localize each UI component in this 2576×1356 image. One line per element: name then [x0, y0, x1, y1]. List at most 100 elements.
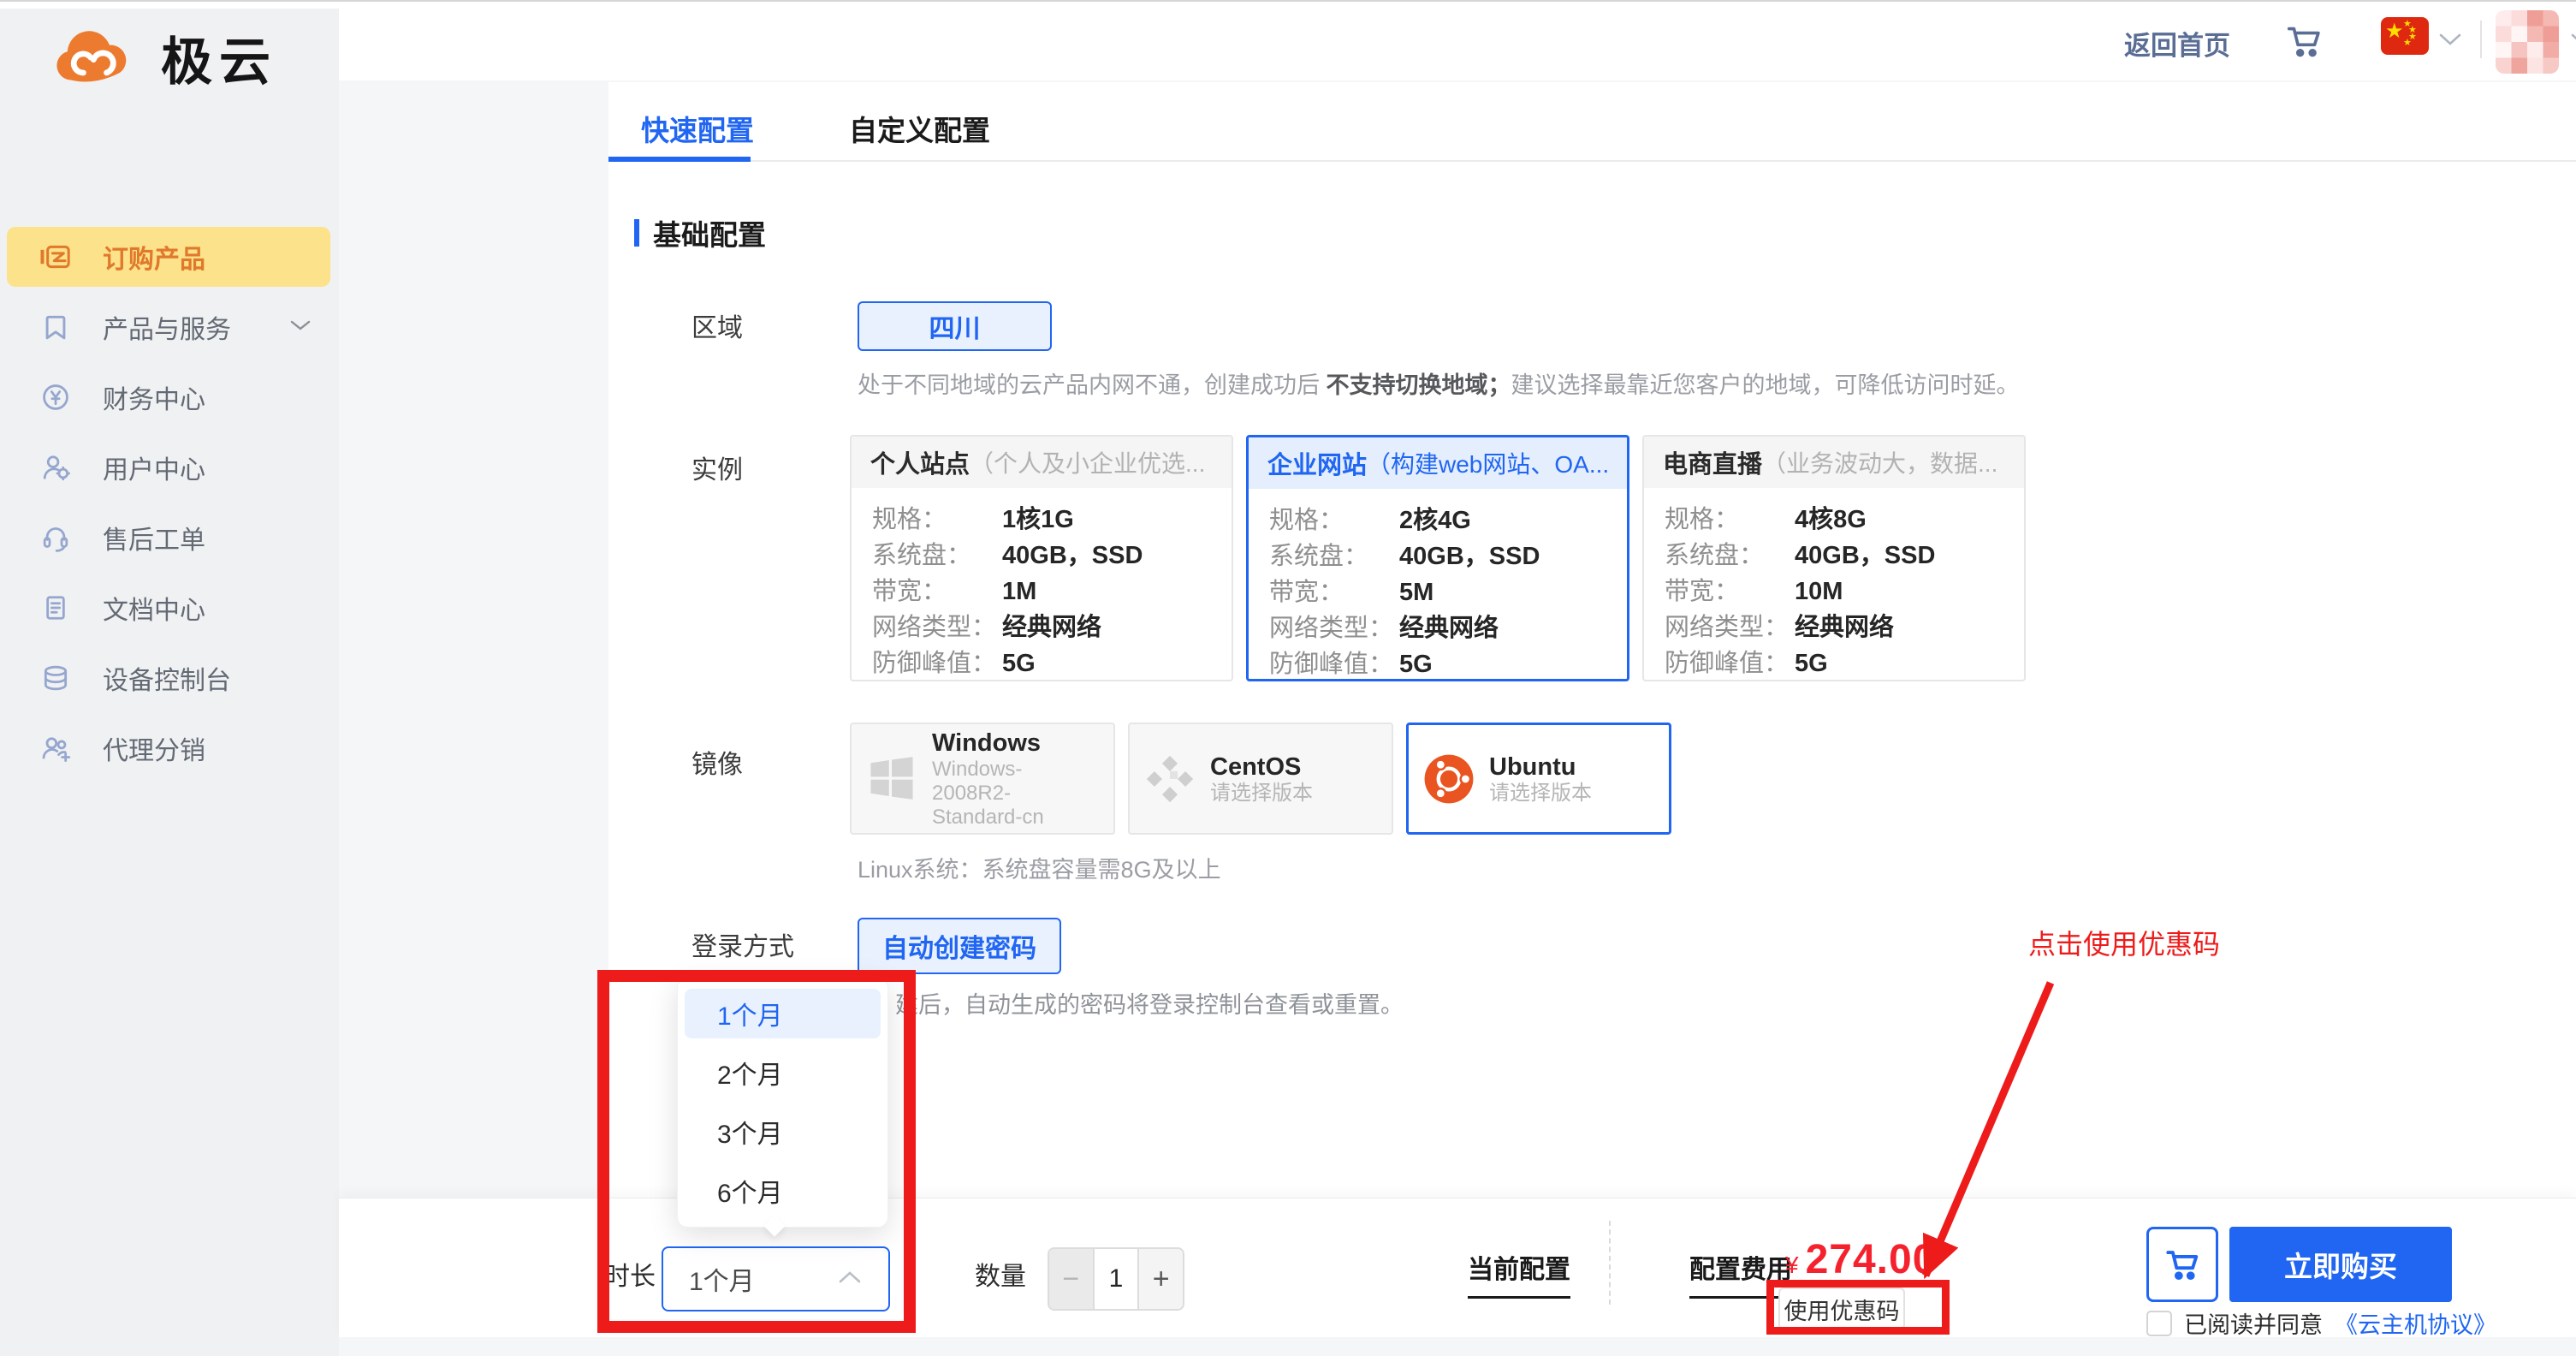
- spec-row: 网络类型：经典网络: [872, 610, 1211, 645]
- sidebar-item-docs-center[interactable]: 文档中心: [7, 578, 330, 638]
- brand-logo[interactable]: 极云: [48, 21, 277, 95]
- duration-option-2month[interactable]: 2个月: [685, 1048, 881, 1097]
- spec-row: 规格：1核1G: [872, 502, 1211, 538]
- sidebar-menu: 订购产品 产品与服务: [7, 227, 330, 778]
- duration-dropdown: 1个月 2个月 3个月 6个月: [677, 978, 888, 1228]
- spec-row: 网络类型：经典网络: [1269, 610, 1606, 646]
- tab-quick-config[interactable]: 快速配置: [641, 108, 754, 149]
- buy-now-button[interactable]: 立即购买: [2229, 1227, 2452, 1302]
- image-name: CentOS: [1210, 752, 1313, 782]
- sidebar-item-user-center[interactable]: 用户中心: [7, 437, 330, 497]
- spec-row: 防御峰值：5G: [1269, 646, 1606, 681]
- image-desc: Windows-2008R2-Standard-cn: [932, 758, 1091, 830]
- instance-card-enterprise[interactable]: 企业网站（构建web网站、OA... 规格：2核4G 系统盘：40GB，SSD …: [1246, 435, 1629, 681]
- use-coupon-button[interactable]: 使用优惠码: [1778, 1288, 1905, 1330]
- spec-row: 规格：4核8G: [1665, 502, 2003, 538]
- chevron-up-icon: [837, 1270, 863, 1289]
- duration-option-3month[interactable]: 3个月: [685, 1107, 881, 1157]
- current-config-link[interactable]: 当前配置: [1468, 1248, 1570, 1299]
- sidebar-item-agent-distribution[interactable]: 代理分销: [7, 718, 330, 778]
- chevron-down-icon[interactable]: [2569, 31, 2576, 52]
- sidebar-item-products-services[interactable]: 产品与服务: [7, 297, 330, 357]
- agreement-link[interactable]: 《云主机协议》: [2335, 1306, 2496, 1340]
- quantity-increase-button[interactable]: +: [1137, 1249, 1183, 1309]
- image-desc: 请选择版本: [1489, 782, 1592, 806]
- chevron-down-icon: [289, 318, 312, 336]
- image-label: 镜像: [691, 743, 743, 781]
- china-flag-icon[interactable]: ★ ★ ★ ★ ★: [2381, 17, 2429, 55]
- login-method-label: 登录方式: [691, 925, 794, 963]
- region-option-sichuan[interactable]: 四川: [858, 301, 1052, 351]
- cart-icon[interactable]: [2282, 19, 2326, 63]
- sidebar: 极云 订购产品 产品与服务: [0, 9, 339, 1356]
- brand-name: 极云: [161, 21, 277, 95]
- centos-icon: [1143, 752, 1196, 806]
- instance-card-personal[interactable]: 个人站点（个人及小企业优选... 规格：1核1G 系统盘：40GB，SSD 带宽…: [850, 435, 1233, 681]
- instance-card-title: 电商直播: [1663, 444, 1762, 480]
- instance-label: 实例: [691, 449, 743, 486]
- image-cards: Windows Windows-2008R2-Standard-cn: [850, 723, 1671, 835]
- active-tab-underline: [608, 157, 751, 162]
- header-divider: [2480, 21, 2482, 58]
- sidebar-item-label: 产品与服务: [103, 308, 231, 346]
- instance-card-subtitle: （个人及小企业优选...: [970, 445, 1205, 479]
- spec-row: 带宽：10M: [1665, 574, 2003, 610]
- instance-card-subtitle: （业务波动大，数据...: [1762, 445, 1997, 479]
- duration-label: 时长: [604, 1255, 656, 1293]
- sidebar-item-support-ticket[interactable]: 售后工单: [7, 508, 330, 568]
- config-panel: 快速配置 自定义配置 基础配置 区域 四川 处于不同地域的云产品内网不通，创建成…: [608, 82, 2576, 1198]
- sidebar-item-label: 文档中心: [103, 589, 205, 627]
- device-console-icon: [38, 660, 74, 696]
- quantity-label: 数量: [975, 1255, 1026, 1293]
- sidebar-item-label: 用户中心: [103, 449, 205, 486]
- quantity-stepper: − 1 +: [1048, 1247, 1184, 1311]
- section-title-basic-config: 基础配置: [634, 212, 766, 253]
- duration-select[interactable]: 1个月: [662, 1246, 890, 1311]
- quantity-decrease-button[interactable]: −: [1049, 1249, 1095, 1309]
- region-label: 区域: [691, 306, 743, 344]
- auto-password-option[interactable]: 自动创建密码: [858, 918, 1061, 974]
- spec-row: 网络类型：经典网络: [1665, 610, 2003, 645]
- finance-center-icon: [38, 379, 74, 415]
- duration-option-6month[interactable]: 6个月: [685, 1166, 881, 1216]
- sidebar-item-label: 设备控制台: [103, 659, 231, 697]
- amount-value: 274.00: [1806, 1236, 1937, 1283]
- sidebar-item-finance-center[interactable]: 财务中心: [7, 367, 330, 427]
- spec-row: 防御峰值：5G: [872, 645, 1211, 681]
- order-product-icon: [38, 239, 74, 275]
- summary-divider: [1609, 1221, 1611, 1305]
- spec-row: 带宽：1M: [872, 574, 1211, 610]
- topbar: 返回首页 ★ ★ ★ ★ ★: [339, 2, 2576, 80]
- image-card-windows[interactable]: Windows Windows-2008R2-Standard-cn: [850, 723, 1115, 835]
- agreement-checkbox[interactable]: [2146, 1311, 2172, 1336]
- spec-row: 带宽：5M: [1269, 574, 1606, 610]
- region-note: 处于不同地域的云产品内网不通，创建成功后 不支持切换地域；建议选择最靠近您客户的…: [858, 366, 2020, 400]
- config-fee-link[interactable]: 配置费用: [1689, 1248, 1792, 1299]
- ubuntu-icon: [1422, 752, 1475, 806]
- instance-card-ecommerce[interactable]: 电商直播（业务波动大，数据... 规格：4核8G 系统盘：40GB，SSD 带宽…: [1642, 435, 2026, 681]
- sidebar-item-device-console[interactable]: 设备控制台: [7, 648, 330, 708]
- chevron-down-icon[interactable]: [2437, 31, 2463, 52]
- config-tabs: 快速配置 自定义配置: [608, 82, 2576, 162]
- cart-icon: [2161, 1243, 2204, 1286]
- add-to-cart-button[interactable]: [2146, 1227, 2218, 1302]
- agent-distribution-icon: [38, 730, 74, 766]
- sidebar-item-order-product[interactable]: 订购产品: [7, 227, 330, 287]
- support-ticket-icon: [38, 520, 74, 556]
- cloud-logo-icon: [48, 25, 142, 92]
- image-card-centos[interactable]: CentOS 请选择版本: [1128, 723, 1393, 835]
- image-card-ubuntu[interactable]: Ubuntu 请选择版本: [1406, 723, 1671, 835]
- tab-custom-config[interactable]: 自定义配置: [849, 108, 990, 149]
- back-home-link[interactable]: 返回首页: [2124, 24, 2230, 62]
- products-services-icon: [38, 309, 74, 345]
- sidebar-item-label: 订购产品: [103, 238, 205, 276]
- sidebar-item-label: 售后工单: [103, 519, 205, 556]
- instance-card-subtitle: （构建web网站、OA...: [1367, 446, 1609, 480]
- spec-row: 防御峰值：5G: [1665, 645, 2003, 681]
- spec-row: 系统盘：40GB，SSD: [1269, 538, 1606, 574]
- image-name: Ubuntu: [1489, 752, 1592, 782]
- purchase-bar: 时长 1个月 数量 − 1 + 当前配置 配置费用 ¥ 274.00 使用优惠码: [339, 1198, 2576, 1337]
- login-note: 建后，自动生成的密码将登录控制台查看或重置。: [895, 986, 1404, 1020]
- duration-option-1month[interactable]: 1个月: [685, 989, 881, 1038]
- avatar[interactable]: [2496, 10, 2559, 74]
